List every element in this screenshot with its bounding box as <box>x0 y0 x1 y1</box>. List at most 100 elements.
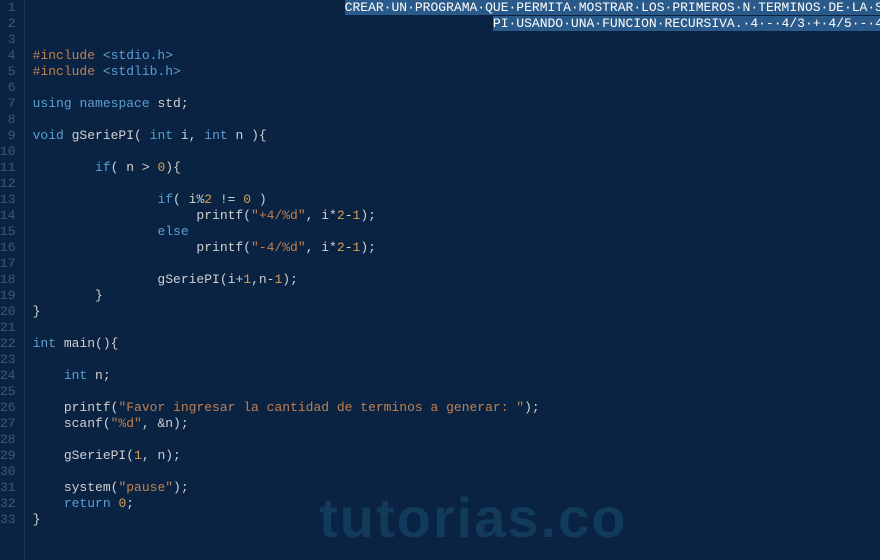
code-line[interactable]: system("pause"); <box>33 480 880 496</box>
code-token: gSeriePI( <box>33 448 134 463</box>
code-token: int <box>64 368 87 383</box>
code-line[interactable]: } <box>33 288 880 304</box>
code-line[interactable]: int main(){ <box>33 336 880 352</box>
code-token: ); <box>360 240 376 255</box>
code-line[interactable] <box>33 464 880 480</box>
code-token: scanf( <box>33 416 111 431</box>
code-line[interactable]: gSeriePI(i+1,n-1); <box>33 272 880 288</box>
code-token: printf( <box>33 240 251 255</box>
code-token: gSeriePI(i+ <box>33 272 244 287</box>
code-line[interactable]: } <box>33 512 880 528</box>
code-token: 0 <box>243 192 251 207</box>
code-line[interactable]: } <box>33 304 880 320</box>
code-token: "%d" <box>111 416 142 431</box>
code-line[interactable]: using namespace std; <box>33 96 880 112</box>
code-token: namespace <box>79 96 149 111</box>
code-line[interactable]: printf("+4/%d", i*2-1); <box>33 208 880 224</box>
code-token: printf( <box>33 208 251 223</box>
code-token: , i* <box>306 240 337 255</box>
line-number: 32 <box>0 496 16 512</box>
code-token <box>33 224 158 239</box>
code-token: PI·USANDO·UNA·FUNCION·RECURSIVA.·4·-·4/3… <box>493 16 880 31</box>
line-number: 12 <box>0 176 16 192</box>
code-token: } <box>33 288 103 303</box>
line-number: 21 <box>0 320 16 336</box>
code-area[interactable]: tutorias.co CREAR·UN·PROGRAMA·QUE·PERMIT… <box>25 0 880 560</box>
code-token: n; <box>87 368 110 383</box>
code-line[interactable]: void gSeriePI( int i, int n ){ <box>33 128 880 144</box>
line-number: 15 <box>0 224 16 240</box>
code-token: "pause" <box>118 480 173 495</box>
code-token: 1 <box>134 448 142 463</box>
code-line[interactable]: #include <stdio.h> <box>33 48 880 64</box>
line-number: 17 <box>0 256 16 272</box>
code-line[interactable] <box>33 32 880 48</box>
code-token: , i* <box>306 208 337 223</box>
line-number: 6 <box>0 80 16 96</box>
line-number: 23 <box>0 352 16 368</box>
code-line[interactable] <box>33 176 880 192</box>
code-line[interactable] <box>33 112 880 128</box>
code-token: ; <box>181 96 189 111</box>
code-token: 2 <box>204 192 212 207</box>
code-line[interactable] <box>33 432 880 448</box>
code-token: ( n > <box>111 160 158 175</box>
code-token: } <box>33 512 41 527</box>
code-token: #include <box>33 64 103 79</box>
code-line[interactable]: else <box>33 224 880 240</box>
line-number: 18 <box>0 272 16 288</box>
line-number: 33 <box>0 512 16 528</box>
code-line[interactable]: PI·USANDO·UNA·FUNCION·RECURSIVA.·4·-·4/3… <box>33 16 880 32</box>
code-token: using <box>33 96 72 111</box>
code-token: ){ <box>165 160 181 175</box>
code-line[interactable]: printf("Favor ingresar la cantidad de te… <box>33 400 880 416</box>
code-line[interactable]: return 0; <box>33 496 880 512</box>
code-token: return <box>64 496 111 511</box>
line-number: 4 <box>0 48 16 64</box>
code-editor[interactable]: 1234567891011121314151617181920212223242… <box>0 0 880 560</box>
code-token: ( i <box>173 192 196 207</box>
code-line[interactable]: int n; <box>33 368 880 384</box>
code-token: if <box>95 160 111 175</box>
line-number: 5 <box>0 64 16 80</box>
line-number: 14 <box>0 208 16 224</box>
code-token: std <box>150 96 181 111</box>
line-number: 10 <box>0 144 16 160</box>
code-line[interactable] <box>33 352 880 368</box>
line-number: 30 <box>0 464 16 480</box>
code-line[interactable]: #include <stdlib.h> <box>33 64 880 80</box>
code-token: system( <box>33 480 119 495</box>
code-token: n ){ <box>228 128 267 143</box>
code-token: #include <box>33 48 103 63</box>
code-token: ,n- <box>251 272 274 287</box>
code-line[interactable] <box>33 144 880 160</box>
line-number: 19 <box>0 288 16 304</box>
code-token: "Favor ingresar la cantidad de terminos … <box>118 400 524 415</box>
line-number: 11 <box>0 160 16 176</box>
code-line[interactable]: printf("-4/%d", i*2-1); <box>33 240 880 256</box>
code-line[interactable]: if( n > 0){ <box>33 160 880 176</box>
code-line[interactable] <box>33 384 880 400</box>
line-number: 13 <box>0 192 16 208</box>
code-line[interactable] <box>33 256 880 272</box>
code-token: 2 <box>337 240 345 255</box>
code-token: != <box>212 192 243 207</box>
line-number: 20 <box>0 304 16 320</box>
code-token: } <box>33 304 41 319</box>
code-token: - <box>345 240 353 255</box>
code-line[interactable]: CREAR·UN·PROGRAMA·QUE·PERMITA·MOSTRAR·LO… <box>33 0 880 16</box>
code-line[interactable]: if( i%2 != 0 ) <box>33 192 880 208</box>
code-token: "+4/%d" <box>251 208 306 223</box>
code-line[interactable] <box>33 320 880 336</box>
line-number: 7 <box>0 96 16 112</box>
line-number: 2 <box>0 16 16 32</box>
code-token: else <box>157 224 188 239</box>
code-token: main(){ <box>56 336 118 351</box>
code-token <box>33 160 95 175</box>
code-line[interactable]: gSeriePI(1, n); <box>33 448 880 464</box>
code-line[interactable]: scanf("%d", &n); <box>33 416 880 432</box>
code-line[interactable] <box>33 80 880 96</box>
line-number: 8 <box>0 112 16 128</box>
code-token: void <box>33 128 64 143</box>
code-token: 2 <box>337 208 345 223</box>
